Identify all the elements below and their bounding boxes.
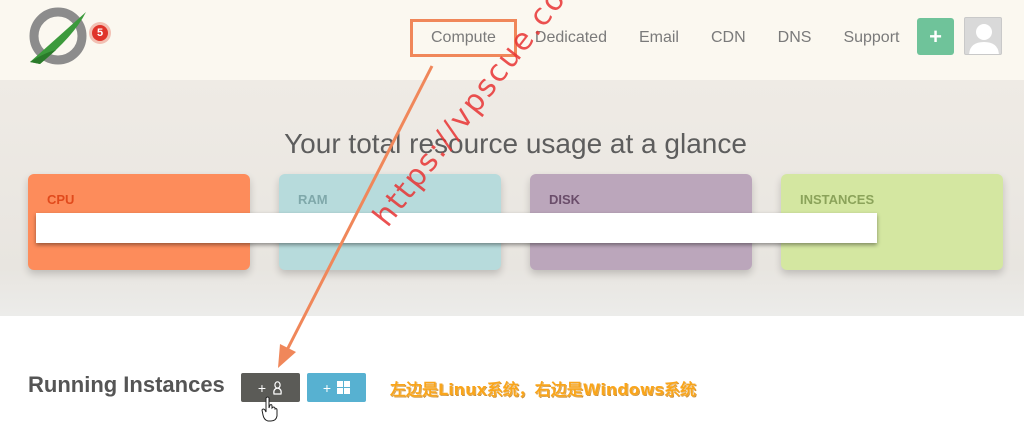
page-title: Your total resource usage at a glance <box>284 128 747 159</box>
add-button[interactable]: + <box>917 18 954 55</box>
annotation-note: 左边是Linux系统，右边是Windows系统 <box>390 380 697 399</box>
running-instances-title: Running Instances <box>28 372 225 397</box>
resource-usage-panel: Your total resource usage at a glance CP… <box>0 80 1024 316</box>
windows-logo-icon <box>337 381 351 394</box>
nav-item-support[interactable]: Support <box>827 29 915 47</box>
plus-icon: + <box>929 24 942 49</box>
nav-item-dns[interactable]: DNS <box>762 29 828 47</box>
disk-label: DISK <box>549 192 581 207</box>
plus-icon: + <box>257 379 267 396</box>
cpu-label: CPU <box>47 192 75 207</box>
redaction-bar <box>36 213 877 243</box>
hand-cursor-icon <box>261 396 278 422</box>
brand-logo[interactable] <box>26 6 96 66</box>
notification-count: 5 <box>92 25 108 41</box>
add-windows-instance-button[interactable]: + <box>307 373 366 402</box>
linux-tux-icon <box>273 380 282 395</box>
nav-item-cdn[interactable]: CDN <box>695 29 762 47</box>
notification-badge[interactable]: 5 <box>89 22 111 44</box>
plus-icon: + <box>322 379 332 396</box>
user-avatar-icon <box>969 24 999 54</box>
nav-item-email[interactable]: Email <box>623 29 695 47</box>
instances-label: INSTANCES <box>800 192 875 207</box>
user-avatar[interactable] <box>964 17 1002 55</box>
ram-label: RAM <box>298 192 328 207</box>
